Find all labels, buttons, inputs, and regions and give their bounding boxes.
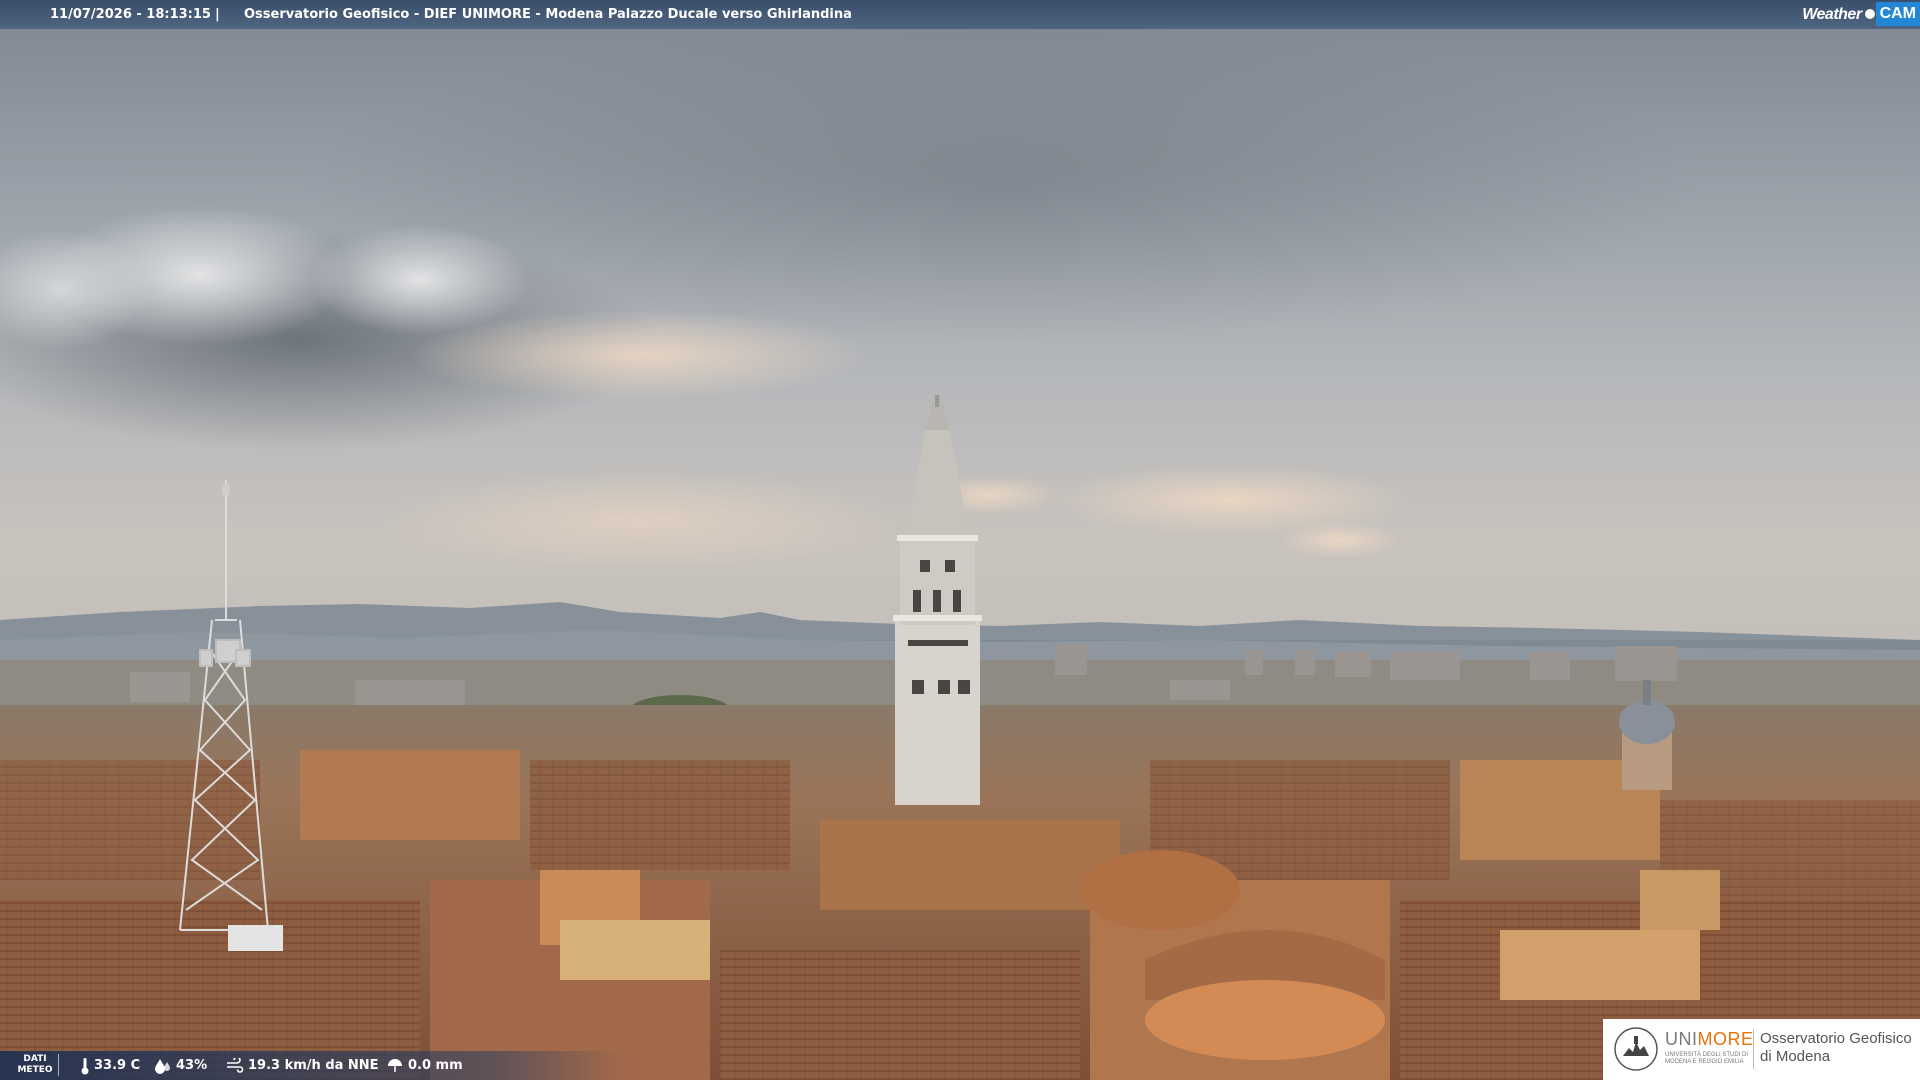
thermometer-icon xyxy=(81,1057,89,1074)
weather-data-label-line2: METEO xyxy=(17,1065,53,1075)
weather-data-label-line1: DATI xyxy=(23,1054,47,1064)
top-banner: 11/07/2026 - 18:13:15 | Osservatorio Geo… xyxy=(0,0,1920,29)
rain-icon xyxy=(388,1058,402,1072)
rain-reading: 0.0 mm xyxy=(386,1051,463,1080)
unimore-name-prefix: UNI xyxy=(1665,1029,1698,1049)
humidity-reading: 43% xyxy=(154,1051,207,1080)
antenna-top xyxy=(222,485,230,495)
apse xyxy=(1145,980,1385,1060)
rain-value: 0.0 mm xyxy=(408,1058,463,1073)
weathercam-logo-weather: Weather xyxy=(1802,5,1862,23)
camera-title: Osservatorio Geofisico - DIEF UNIMORE - … xyxy=(244,7,852,22)
weathercam-logo-cam: CAM xyxy=(1875,2,1920,26)
temperature-value: 33.9 C xyxy=(94,1058,141,1073)
dome-roof xyxy=(1080,850,1240,930)
observatory-name: Osservatorio Geofisico di Modena xyxy=(1760,1030,1912,1066)
cumulus-cloud xyxy=(310,225,530,335)
unimore-crest-icon xyxy=(1614,1027,1658,1071)
logo-divider xyxy=(1753,1029,1754,1069)
unimore-name-highlight: MORE xyxy=(1697,1029,1754,1049)
banner-separator: | xyxy=(215,7,220,22)
wind-value: 19.3 km/h da NNE xyxy=(248,1058,379,1073)
capture-timestamp: 11/07/2026 - 18:13:15 xyxy=(50,7,211,22)
unimore-logo: UNIMORE UNIVERSITÀ DEGLI STUDI DI MODENA… xyxy=(1603,1019,1920,1080)
sunlit-cloud xyxy=(1280,522,1400,558)
weathercam-logo: Weather CAM xyxy=(1798,2,1920,26)
weathercam-logo-dot-icon xyxy=(1864,9,1875,19)
weather-data-label: DATI METEO xyxy=(12,1054,59,1076)
weather-data-bar: DATI METEO 33.9 C 43% 19.3 km/h da NNE 0… xyxy=(0,1051,620,1080)
rooftop-equipment xyxy=(228,925,283,951)
webcam-view: 11/07/2026 - 18:13:15 | Osservatorio Geo… xyxy=(0,0,1920,1080)
humidity-drop-icon xyxy=(155,1058,170,1074)
humidity-value: 43% xyxy=(176,1058,208,1073)
wind-icon xyxy=(227,1057,244,1073)
temperature-reading: 33.9 C xyxy=(80,1051,140,1080)
observatory-name-line1: Osservatorio Geofisico xyxy=(1760,1030,1912,1047)
wind-reading: 19.3 km/h da NNE xyxy=(226,1051,379,1080)
city-skyline-photo xyxy=(0,0,1920,1080)
sunlit-cloud xyxy=(410,310,870,400)
unimore-subtitle: UNIVERSITÀ DEGLI STUDI DI MODENA E REGGI… xyxy=(1665,1052,1749,1065)
observatory-name-line2: di Modena xyxy=(1760,1048,1831,1065)
unimore-name: UNIMORE xyxy=(1665,1029,1754,1050)
sunlit-cloud xyxy=(380,470,900,570)
